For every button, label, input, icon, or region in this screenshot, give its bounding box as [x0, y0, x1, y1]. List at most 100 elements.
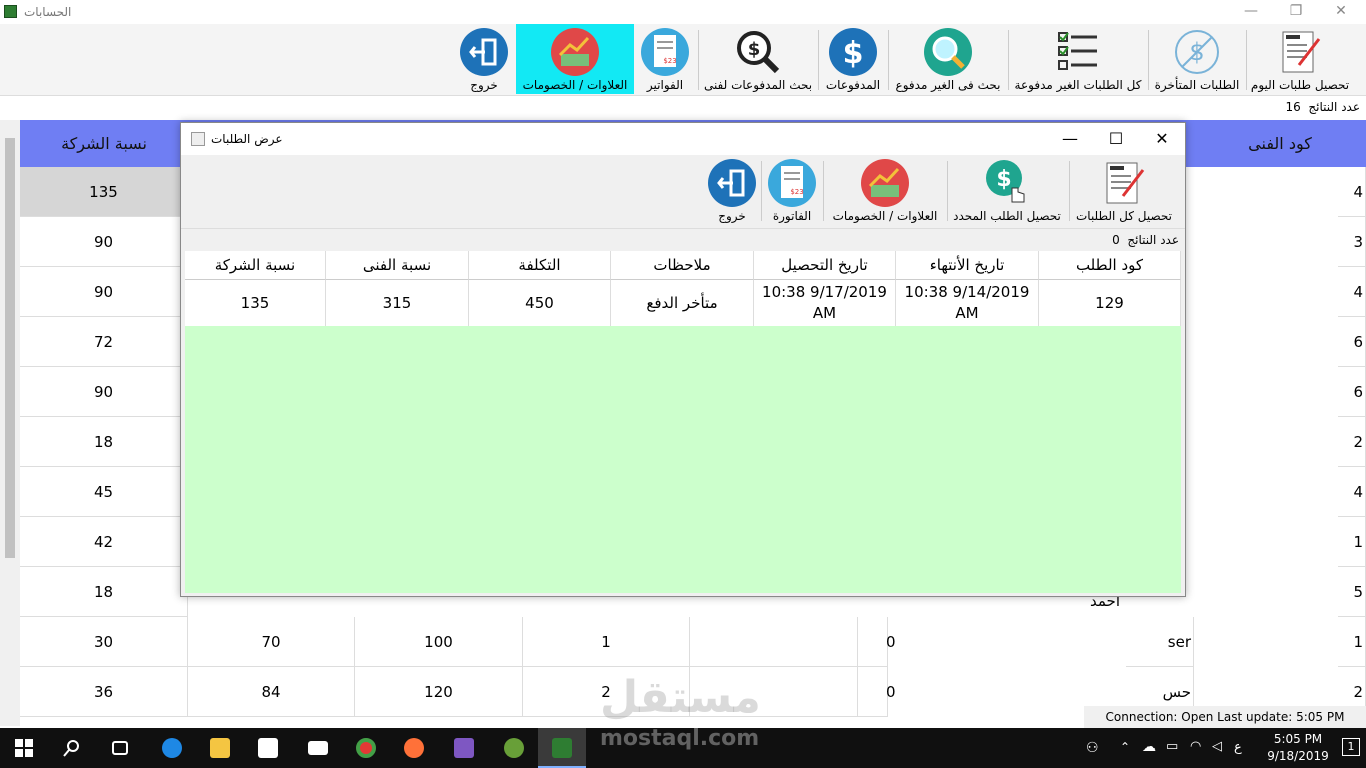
firefox-button[interactable] — [390, 728, 438, 768]
cell-cost[interactable]: 450 — [469, 280, 611, 326]
volume-icon[interactable]: ◁ — [1212, 739, 1222, 754]
edge-button[interactable] — [148, 728, 196, 768]
unpaid-orders-button[interactable]: كل الطلبات الغير مدفوعة — [1010, 24, 1146, 94]
store-button[interactable] — [244, 728, 292, 768]
late-orders-button[interactable]: $ الطلبات المتأخرة — [1150, 24, 1244, 94]
column-header-company-share[interactable]: نسبة الشركة — [20, 120, 188, 167]
cell-company-share[interactable]: 18 — [20, 417, 188, 467]
bonuses-discounts-button[interactable]: العلاوات / الخصومات — [516, 24, 634, 94]
toolbar-separator — [698, 30, 699, 90]
close-button[interactable]: ✕ — [1318, 0, 1364, 22]
cell-value[interactable]: 120 — [355, 667, 523, 717]
cell-tech-share[interactable]: 315 — [326, 280, 469, 326]
start-button[interactable] — [0, 728, 48, 768]
col-company-share[interactable]: نسبة الشركة — [185, 251, 326, 280]
collect-all-orders-button[interactable]: تحصيل كل الطلبات — [1071, 155, 1177, 225]
restore-button[interactable]: ❐ — [1273, 0, 1319, 22]
dollar-search-icon: $ — [737, 31, 780, 74]
col-cost[interactable]: التكلفة — [469, 251, 611, 280]
dialog-invoice-label: الفاتورة — [772, 209, 812, 223]
cell-company-share[interactable]: 45 — [20, 467, 188, 517]
payments-button[interactable]: $ المدفوعات — [820, 24, 886, 94]
window-title: الحسابات — [24, 5, 72, 19]
order-icon — [1106, 162, 1145, 204]
dialog-maximize-button[interactable]: ☐ — [1093, 127, 1139, 151]
cell-value[interactable]: 0 — [858, 667, 896, 717]
tech-payments-search-button[interactable]: $ بحث المدفوعات لفنى — [700, 24, 816, 94]
cell-company-share[interactable]: 135 — [20, 167, 188, 217]
task-view-button[interactable] — [96, 728, 144, 768]
clock-date[interactable]: 9/18/2019 — [1258, 749, 1338, 763]
cell-value[interactable]: 0 — [858, 617, 896, 667]
cell-value[interactable]: ser — [1126, 617, 1194, 667]
dialog-close-button[interactable]: ✕ — [1139, 127, 1185, 151]
cell-collection-date[interactable]: 10:38 9/17/2019 AM — [754, 280, 896, 326]
mail-button[interactable] — [294, 728, 342, 768]
cell-value[interactable] — [690, 617, 858, 667]
invoices-button[interactable]: $23 الفواتير — [636, 24, 694, 94]
cell-value[interactable]: 70 — [188, 617, 355, 667]
main-toolbar: تحصيل طلبات اليوم $ الطلبات المتأخرة كل … — [0, 24, 1366, 96]
results-count-value: 16 — [1285, 100, 1301, 114]
exit-icon — [708, 159, 756, 207]
cell-company-share[interactable]: 90 — [20, 367, 188, 417]
scrollbar-thumb[interactable] — [5, 138, 15, 558]
android-studio-button[interactable] — [490, 728, 538, 768]
cell-company-share[interactable]: 90 — [20, 267, 188, 317]
cell-notes[interactable]: متأخر الدفع — [611, 280, 754, 326]
toolbar-separator — [1246, 30, 1247, 90]
cell-company-share[interactable]: 72 — [20, 317, 188, 367]
column-header-tech-code[interactable]: كود الفنى — [1194, 120, 1366, 167]
cell-company-share[interactable]: 30 — [20, 617, 188, 667]
clock-time[interactable]: 5:05 PM — [1258, 732, 1338, 746]
exit-label: خروج — [470, 78, 498, 92]
dialog-minimize-button[interactable]: — — [1047, 127, 1093, 151]
dialog-exit-label: خروج — [718, 209, 746, 223]
file-explorer-button[interactable] — [196, 728, 244, 768]
battery-icon[interactable]: ▭ — [1166, 739, 1178, 754]
cell-value[interactable]: 100 — [355, 617, 523, 667]
today-orders-button[interactable]: تحصيل طلبات اليوم — [1248, 24, 1352, 94]
dialog-toolbar: تحصيل كل الطلبات $ تحصيل الطلب المحدد ال… — [181, 155, 1185, 227]
dialog-exit-button[interactable]: خروج — [703, 155, 761, 225]
dialog-bonuses-button[interactable]: العلاوات / الخصومات — [829, 155, 941, 225]
cell-company-share[interactable]: 42 — [20, 517, 188, 567]
col-collection-date[interactable]: تاريخ التحصيل — [754, 251, 896, 280]
results-count-bar: عدد النتائج 16 — [0, 97, 1366, 117]
cell-company-share[interactable]: 135 — [185, 280, 326, 326]
cell-company-share[interactable]: 18 — [20, 567, 188, 617]
chrome-icon — [356, 738, 376, 758]
search-taskbar-button[interactable] — [48, 728, 96, 768]
col-notes[interactable]: ملاحظات — [611, 251, 754, 280]
cell-order-code[interactable]: 129 — [1039, 280, 1181, 326]
vertical-scrollbar[interactable] — [0, 120, 20, 726]
chevron-up-icon[interactable]: ⌃ — [1120, 740, 1130, 754]
app-taskbar-button[interactable] — [538, 728, 586, 768]
language-indicator[interactable]: ع — [1234, 740, 1242, 755]
cloud-icon[interactable]: ☁ — [1142, 739, 1156, 755]
search-unpaid-button[interactable]: بحث فى الغير مدفوع — [892, 24, 1004, 94]
collect-selected-order-button[interactable]: $ تحصيل الطلب المحدد — [949, 155, 1065, 225]
col-tech-share[interactable]: نسبة الفنى — [326, 251, 469, 280]
col-order-code[interactable]: كود الطلب — [1039, 251, 1181, 280]
minimize-button[interactable]: — — [1228, 0, 1274, 22]
edge-icon — [162, 738, 182, 758]
cell-company-share[interactable]: 90 — [20, 217, 188, 267]
cell-end-date[interactable]: 10:38 9/14/2019 AM — [896, 280, 1039, 326]
dialog-invoice-button[interactable]: $23 الفاتورة — [763, 155, 821, 225]
chrome-button[interactable] — [342, 728, 390, 768]
wifi-icon[interactable]: ◠ — [1190, 739, 1201, 754]
toolbar-separator — [1148, 30, 1149, 90]
visual-studio-button[interactable] — [440, 728, 488, 768]
white-overlay — [1208, 175, 1338, 671]
app-icon — [4, 5, 17, 18]
search-unpaid-label: بحث فى الغير مدفوع — [895, 78, 1001, 92]
toolbar-separator — [947, 161, 948, 221]
exit-button[interactable]: خروج — [456, 24, 512, 94]
cell-company-share[interactable]: 36 — [20, 667, 188, 717]
notification-center-icon[interactable]: 1 — [1342, 738, 1360, 756]
cell-value[interactable]: 1 — [523, 617, 690, 667]
col-end-date[interactable]: تاريخ الأنتهاء — [896, 251, 1039, 280]
cell-value[interactable]: 84 — [188, 667, 355, 717]
people-icon[interactable]: ⚇ — [1086, 740, 1099, 756]
